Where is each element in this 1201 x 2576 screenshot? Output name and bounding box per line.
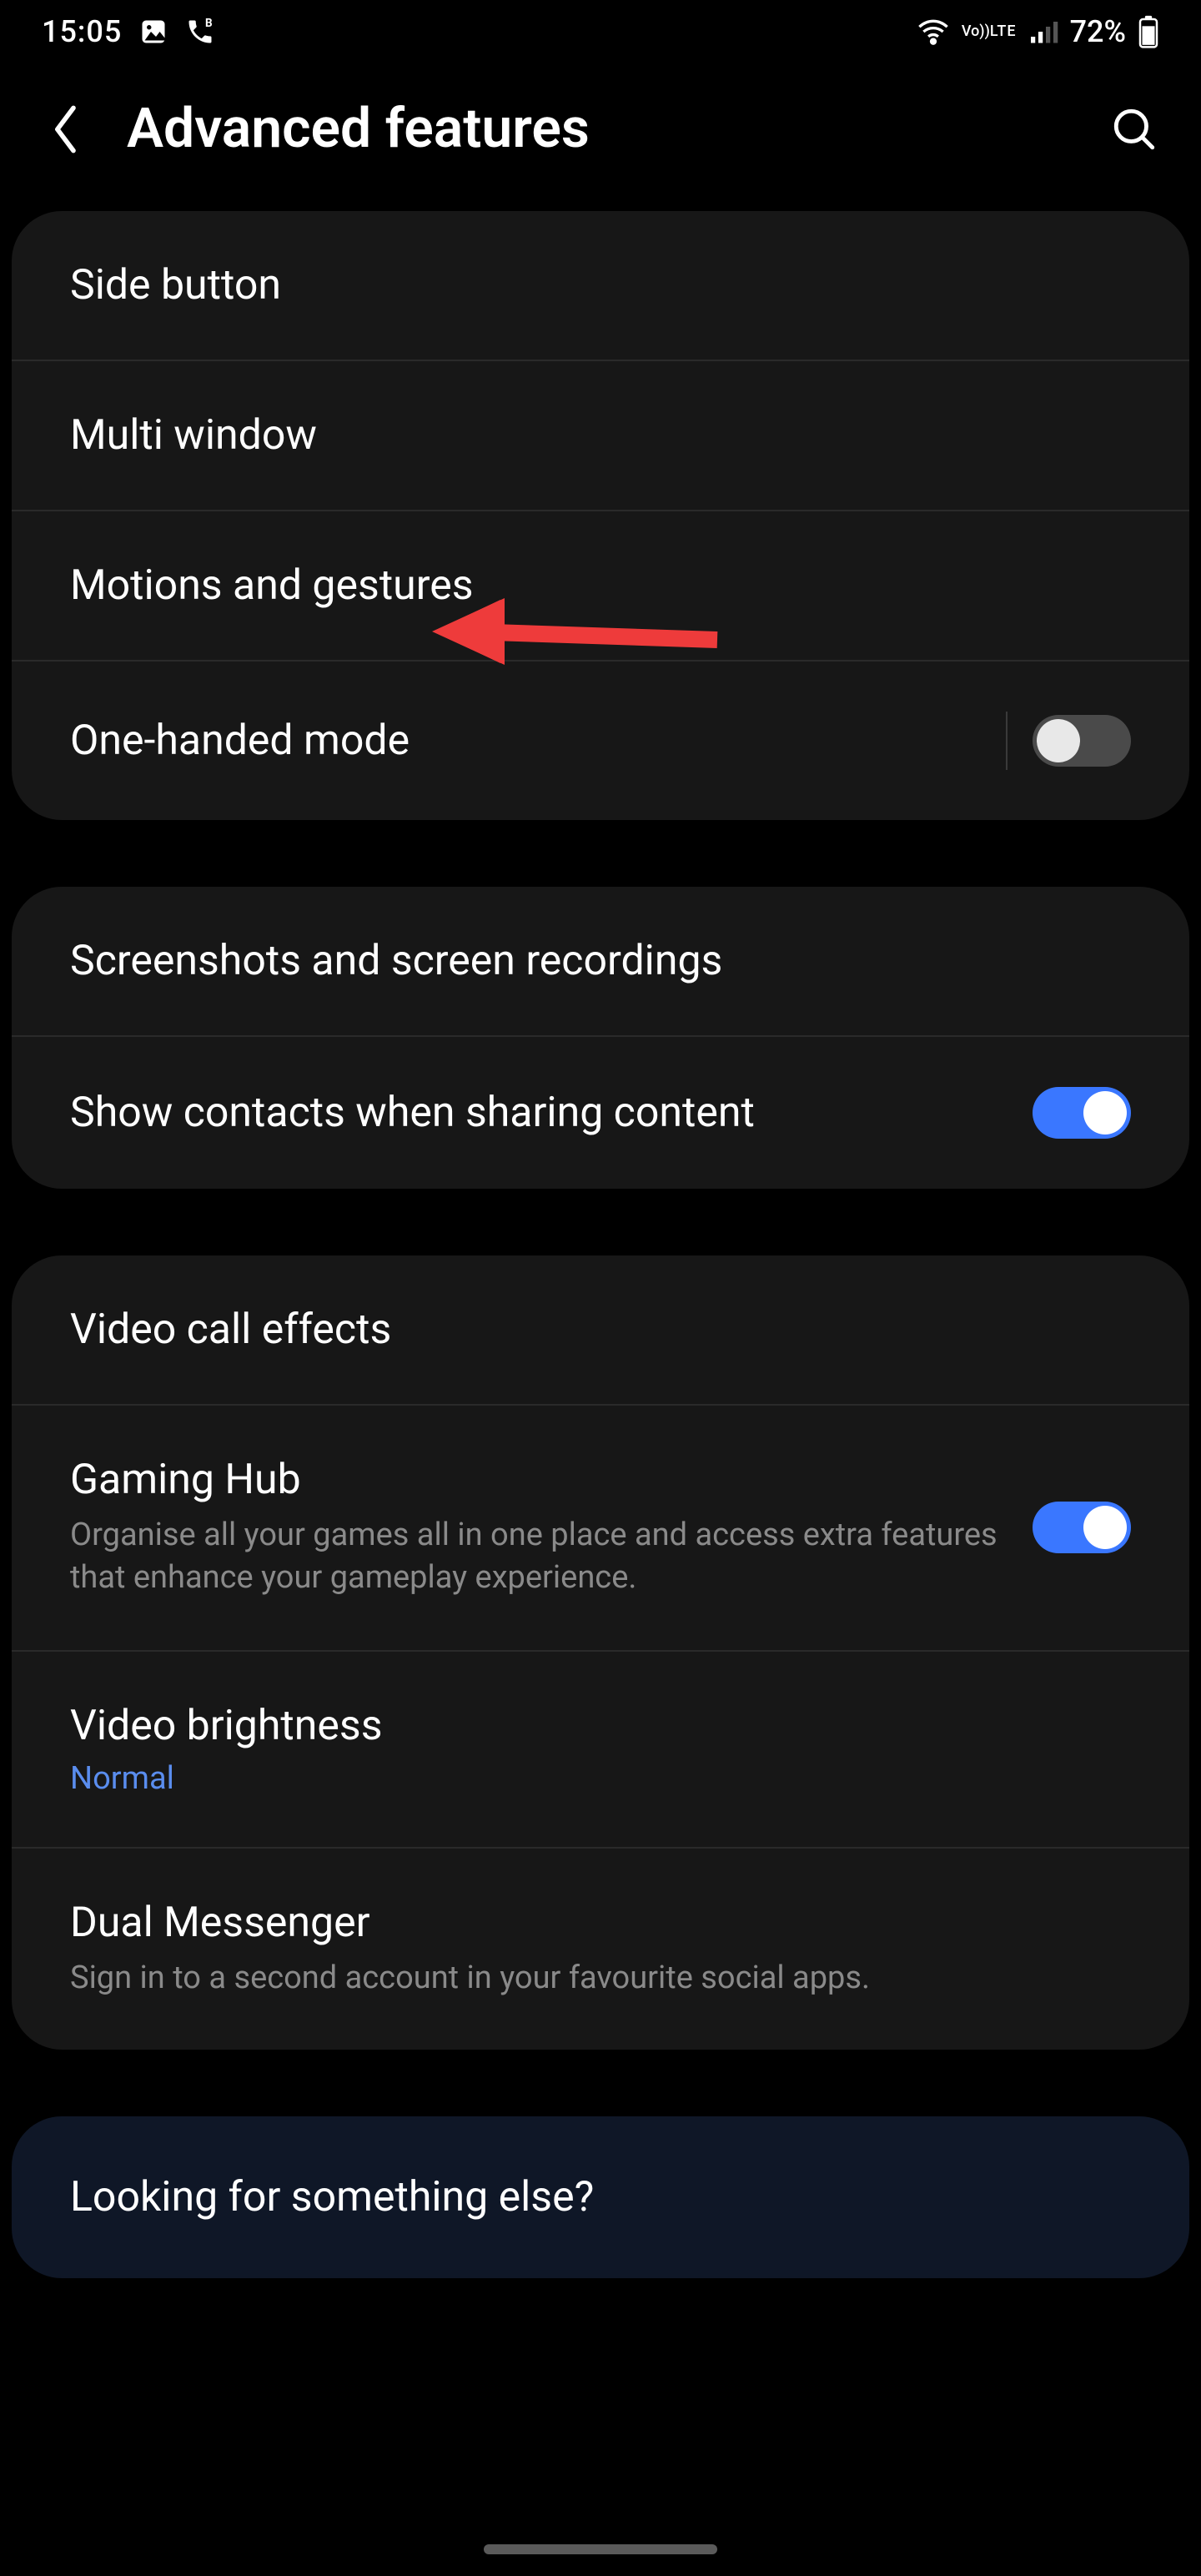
settings-group: Side button Multi window Motions and ges… — [12, 211, 1189, 820]
one-handed-mode-item[interactable]: One-handed mode — [12, 662, 1189, 820]
search-icon — [1110, 105, 1158, 153]
item-value: Normal — [70, 1760, 1131, 1797]
gaming-hub-item[interactable]: Gaming Hub Organise all your games all i… — [12, 1406, 1189, 1652]
back-button[interactable] — [40, 103, 93, 156]
screenshots-recordings-item[interactable]: Screenshots and screen recordings — [12, 887, 1189, 1037]
wifi-icon — [917, 15, 950, 48]
status-bar: 15:05 B Vo))LTE 72% — [0, 0, 1201, 63]
show-contacts-toggle[interactable] — [1033, 1087, 1131, 1139]
toggle-knob — [1083, 1506, 1127, 1549]
status-left: 15:05 B — [42, 14, 215, 49]
side-button-item[interactable]: Side button — [12, 211, 1189, 361]
item-title: Video brightness — [70, 1702, 1131, 1750]
item-title: Show contacts when sharing content — [70, 1089, 1033, 1137]
phone-missed-icon: B — [185, 17, 215, 47]
item-title: Screenshots and screen recordings — [70, 937, 1131, 985]
picture-icon — [138, 17, 168, 47]
gaming-hub-toggle[interactable] — [1033, 1502, 1131, 1553]
page-header: Advanced features — [0, 63, 1201, 211]
navigation-handle[interactable] — [484, 2544, 717, 2554]
battery-percentage: 72% — [1070, 14, 1126, 49]
page-title: Advanced features — [127, 97, 1074, 161]
one-handed-mode-toggle[interactable] — [1033, 715, 1131, 767]
toggle-knob — [1037, 719, 1080, 762]
dual-messenger-item[interactable]: Dual Messenger Sign in to a second accou… — [12, 1849, 1189, 2050]
item-subtitle: Sign in to a second account in your favo… — [70, 1957, 1131, 2000]
divider — [1006, 712, 1008, 770]
search-button[interactable] — [1108, 103, 1161, 156]
settings-group: Video call effects Gaming Hub Organise a… — [12, 1255, 1189, 2050]
battery-icon — [1138, 15, 1159, 48]
footer-title: Looking for something else? — [70, 2173, 1131, 2221]
toggle-knob — [1083, 1091, 1127, 1135]
item-title: Dual Messenger — [70, 1899, 1131, 1947]
item-subtitle: Organise all your games all in one place… — [70, 1514, 999, 1600]
show-contacts-sharing-item[interactable]: Show contacts when sharing content — [12, 1037, 1189, 1189]
item-title: Multi window — [70, 411, 1131, 460]
volte-icon: Vo))LTE — [962, 25, 1017, 38]
status-time: 15:05 — [42, 14, 122, 49]
item-title: One-handed mode — [70, 717, 981, 765]
item-title: Gaming Hub — [70, 1456, 999, 1504]
video-call-effects-item[interactable]: Video call effects — [12, 1255, 1189, 1406]
signal-icon — [1028, 17, 1058, 47]
settings-group: Screenshots and screen recordings Show c… — [12, 887, 1189, 1189]
status-right: Vo))LTE 72% — [917, 14, 1159, 49]
motions-gestures-item[interactable]: Motions and gestures — [12, 511, 1189, 662]
item-title: Motions and gestures — [70, 561, 1131, 610]
item-title: Video call effects — [70, 1306, 1131, 1354]
svg-text:B: B — [205, 17, 213, 30]
multi-window-item[interactable]: Multi window — [12, 361, 1189, 511]
looking-for-more-card[interactable]: Looking for something else? — [12, 2116, 1189, 2278]
chevron-left-icon — [50, 103, 83, 156]
video-brightness-item[interactable]: Video brightness Normal — [12, 1652, 1189, 1849]
item-title: Side button — [70, 261, 1131, 309]
